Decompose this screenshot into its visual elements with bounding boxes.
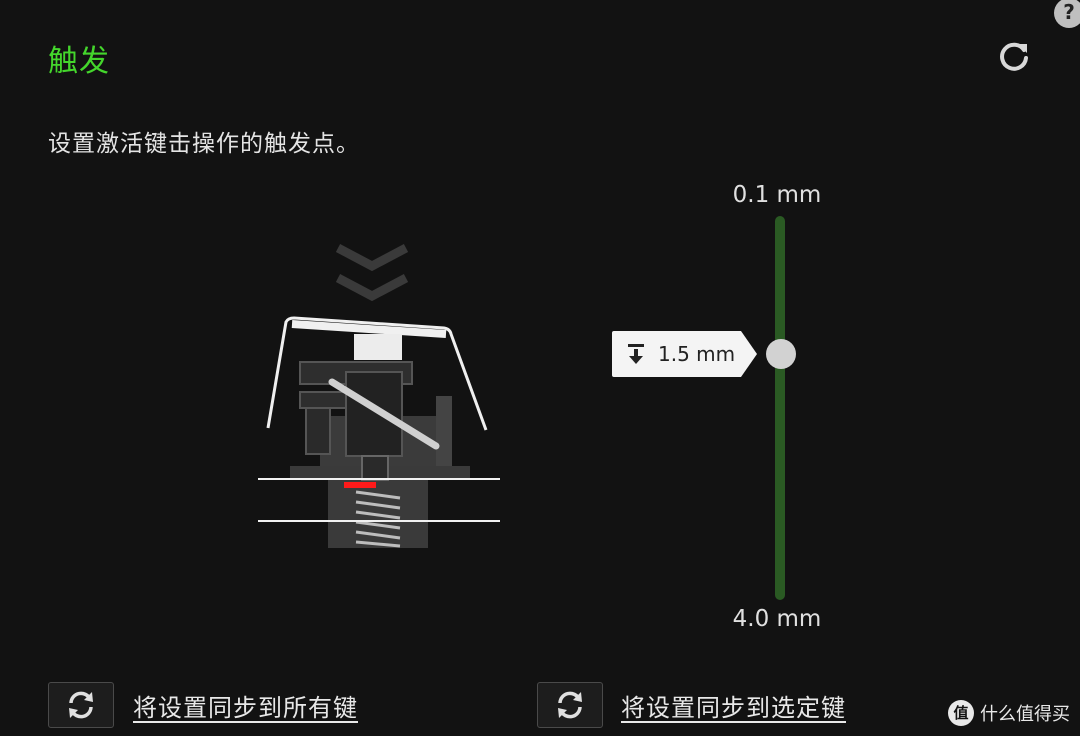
slider-max-label: 0.1 mm — [732, 182, 822, 208]
watermark-logo: 值 — [948, 700, 974, 726]
sync-selected-keys-link[interactable]: 将设置同步到选定键 — [621, 688, 846, 723]
watermark-text: 什么值得买 — [980, 704, 1070, 725]
sync-selected-keys-button[interactable] — [537, 682, 603, 728]
page-title: 触发 — [48, 44, 110, 79]
watermark: 值 什么值得买 — [948, 700, 1070, 726]
reset-button[interactable] — [994, 38, 1034, 78]
press-direction-chevrons-icon — [335, 244, 409, 302]
sync-all-keys-link[interactable]: 将设置同步到所有键 — [133, 688, 358, 723]
actuation-value-text: 1.5 mm — [658, 341, 736, 366]
actuation-slider-track[interactable] — [775, 216, 785, 600]
sync-icon — [558, 691, 582, 719]
actuation-point-marker — [344, 482, 376, 488]
actuation-slider-thumb[interactable] — [766, 338, 796, 369]
slider-min-label: 4.0 mm — [732, 606, 822, 632]
description-text: 设置激活键击操作的触发点。 — [48, 131, 360, 157]
press-down-icon — [628, 343, 644, 364]
sync-icon — [69, 691, 93, 719]
switch-illustration — [258, 244, 500, 548]
help-button[interactable]: ? — [1054, 0, 1080, 28]
reset-icon — [1000, 42, 1028, 71]
sync-all-keys-button[interactable] — [48, 682, 114, 728]
actuation-value-tag: 1.5 mm — [612, 330, 758, 377]
